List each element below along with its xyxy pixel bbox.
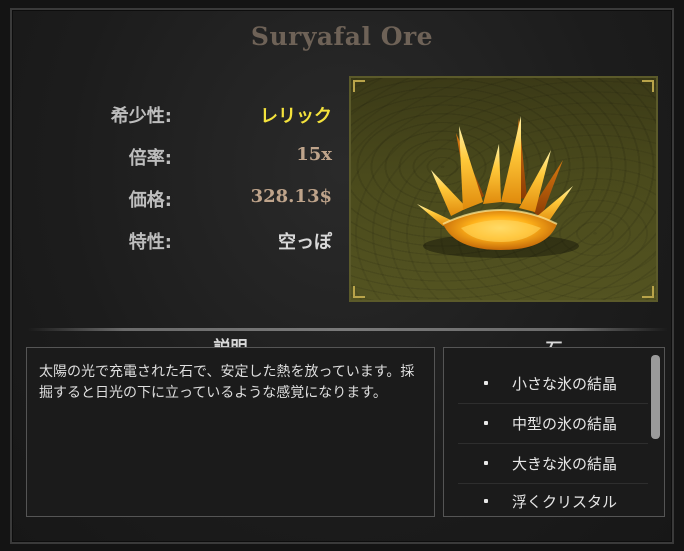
section-divider <box>28 328 668 331</box>
description-text: 太陽の光で充電された石で、安定した熱を放っています。採掘すると日光の下に立ってい… <box>39 364 415 401</box>
bullet-icon <box>484 461 488 465</box>
stone-label: 中型の氷の結晶 <box>512 415 618 433</box>
stone-label: 大きな氷の結晶 <box>512 455 618 473</box>
list-item[interactable]: 大きな氷の結晶 <box>458 445 648 484</box>
bullet-icon <box>484 381 488 385</box>
list-item[interactable]: 浮くクリスタル <box>458 483 648 516</box>
frame-corner <box>642 80 654 92</box>
flame-crystal-icon <box>417 116 579 258</box>
list-item[interactable]: 中型の氷の結晶 <box>458 405 648 444</box>
description-box: 太陽の光で充電された石で、安定した熱を放っています。採掘すると日光の下に立ってい… <box>26 347 435 517</box>
stone-label: 浮くクリスタル <box>512 493 618 511</box>
bullet-icon <box>484 499 488 503</box>
frame-corner <box>353 286 365 298</box>
frame-corner <box>642 286 654 298</box>
stat-label-trait: 特性: <box>128 232 172 253</box>
stat-label-price: 価格: <box>128 190 172 211</box>
list-item[interactable]: 小さな氷の結晶 <box>458 365 648 404</box>
stat-value-trait: 空っぽ <box>278 232 332 253</box>
stat-value-multiplier: 15x <box>296 144 332 165</box>
stat-value-price: 328.13$ <box>250 186 332 207</box>
frame-corner <box>353 80 365 92</box>
stones-list[interactable]: 小さな氷の結晶 中型の氷の結晶 大きな氷の結晶 浮くクリスタル <box>443 347 665 517</box>
stat-label-rarity: 希少性: <box>110 106 172 127</box>
item-image-frame <box>349 76 658 302</box>
stat-value-rarity: レリック <box>260 106 332 127</box>
stones-scrollbar[interactable] <box>651 355 660 439</box>
item-title: Suryafal Ore <box>250 22 434 51</box>
stat-label-multiplier: 倍率: <box>128 148 172 169</box>
bullet-icon <box>484 421 488 425</box>
stone-label: 小さな氷の結晶 <box>512 375 618 393</box>
